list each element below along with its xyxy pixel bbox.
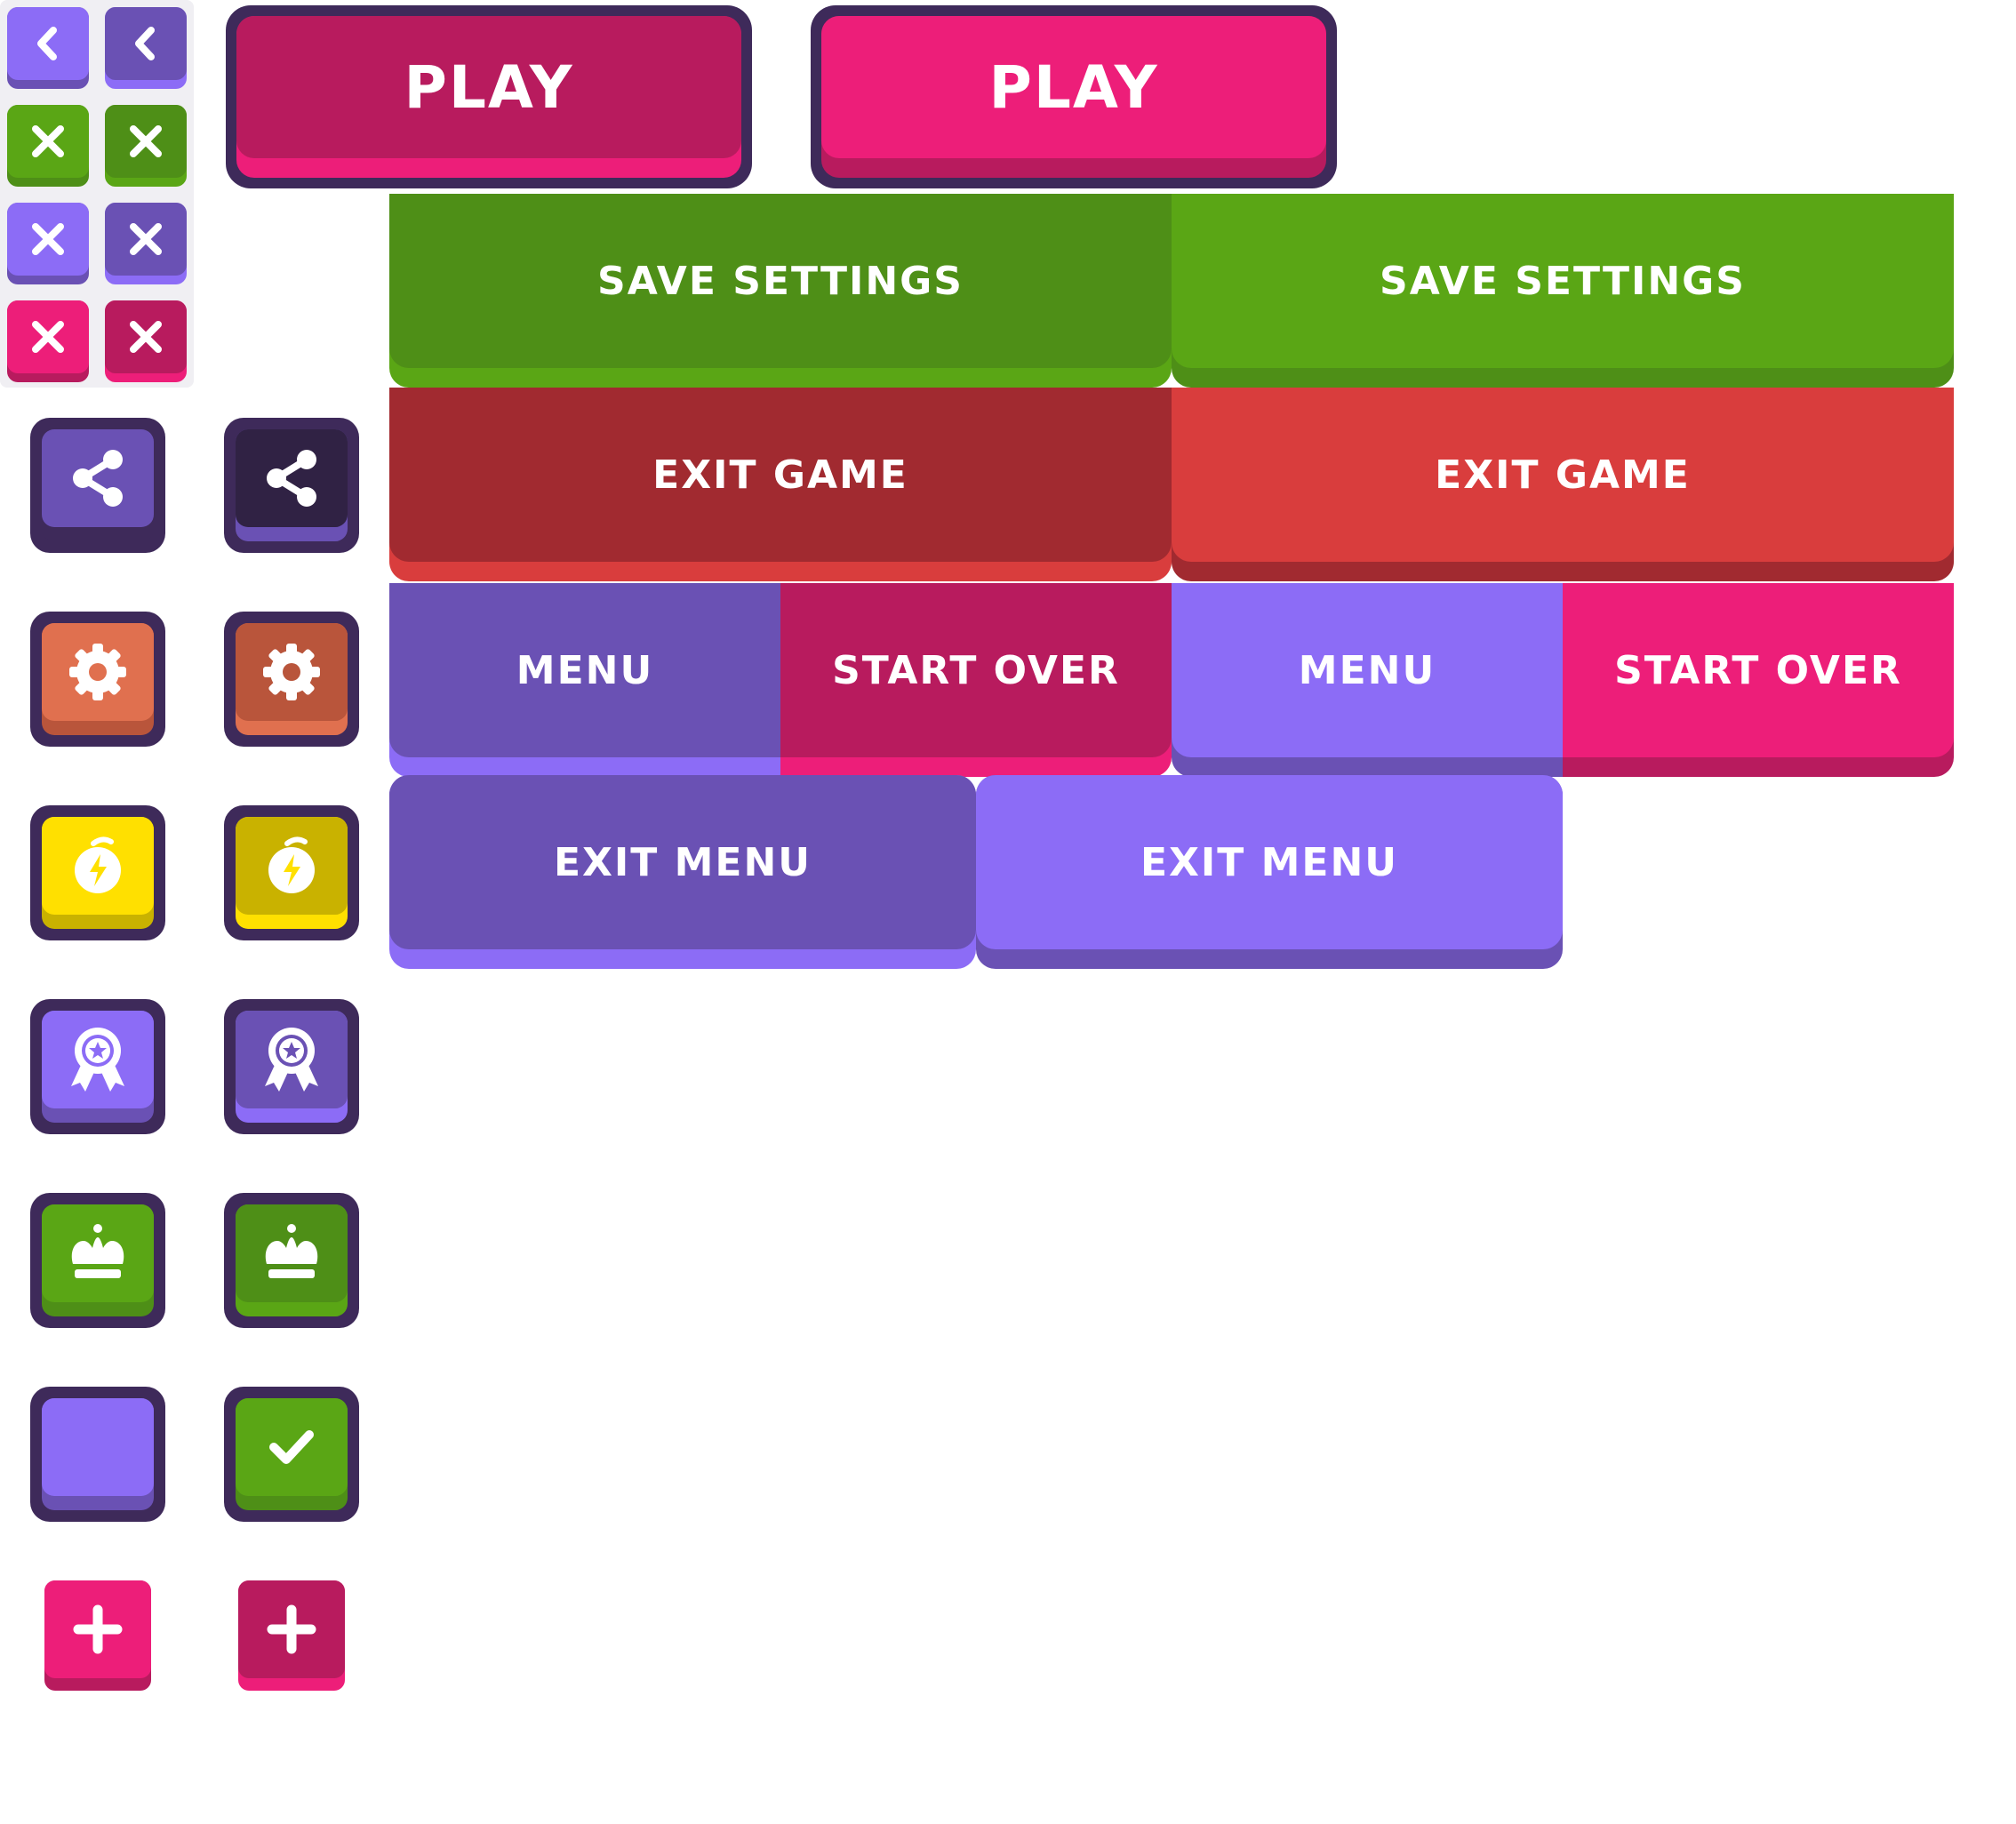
back-button[interactable] xyxy=(7,7,89,89)
leaderboard-button[interactable] xyxy=(30,1193,165,1328)
play-button[interactable]: PLAY xyxy=(226,5,752,188)
leaderboard-button-pressed[interactable] xyxy=(224,1193,359,1328)
stopwatch-icon xyxy=(260,835,323,897)
gear-icon xyxy=(260,640,324,704)
close-button-pink-pressed[interactable] xyxy=(105,300,187,382)
menu-label: MENU xyxy=(389,583,780,757)
add-button[interactable] xyxy=(44,1580,151,1691)
exit-game-button-hover[interactable]: EXIT GAME xyxy=(1172,388,1954,581)
share-icon xyxy=(67,447,129,509)
back-button-pressed[interactable] xyxy=(105,7,187,89)
close-icon xyxy=(125,219,166,260)
timer-button[interactable] xyxy=(30,805,165,940)
close-button-green-pressed[interactable] xyxy=(105,105,187,187)
checkbox-checked[interactable] xyxy=(224,1387,359,1522)
save-settings-label: SAVE SETTINGS xyxy=(389,194,1172,368)
settings-button-pressed[interactable] xyxy=(224,612,359,747)
chevron-left-icon xyxy=(28,23,68,64)
add-button-pressed[interactable] xyxy=(238,1580,345,1691)
close-icon xyxy=(125,316,166,357)
award-ribbon-icon xyxy=(66,1024,130,1095)
close-icon xyxy=(28,316,68,357)
close-button-green[interactable] xyxy=(7,105,89,187)
close-icon xyxy=(28,121,68,162)
exit-game-label: EXIT GAME xyxy=(389,388,1172,562)
play-label: PLAY xyxy=(821,16,1326,158)
exit-menu-button[interactable]: EXIT MENU xyxy=(389,775,976,969)
close-icon xyxy=(28,219,68,260)
chevron-left-icon xyxy=(125,23,166,64)
share-button-pressed[interactable] xyxy=(224,418,359,553)
play-button-hover[interactable]: PLAY xyxy=(811,5,1337,188)
crown-icon xyxy=(260,1221,324,1285)
close-icon xyxy=(125,121,166,162)
achievements-button-pressed[interactable] xyxy=(224,999,359,1134)
play-label: PLAY xyxy=(236,16,741,158)
start-over-label: START OVER xyxy=(780,583,1172,757)
menu-label: MENU xyxy=(1172,583,1563,757)
share-button[interactable] xyxy=(30,418,165,553)
close-button-violet[interactable] xyxy=(7,203,89,284)
award-ribbon-icon xyxy=(260,1024,324,1095)
gear-icon xyxy=(66,640,130,704)
save-settings-button-hover[interactable]: SAVE SETTINGS xyxy=(1172,194,1954,388)
checkmark-icon xyxy=(265,1420,318,1474)
start-over-label: START OVER xyxy=(1563,583,1954,757)
checkbox-unchecked[interactable] xyxy=(30,1387,165,1522)
exit-game-label: EXIT GAME xyxy=(1172,388,1954,562)
menu-button[interactable]: MENU xyxy=(389,583,780,777)
settings-button[interactable] xyxy=(30,612,165,747)
stopwatch-icon xyxy=(67,835,129,897)
start-over-button[interactable]: START OVER xyxy=(780,583,1172,777)
exit-menu-label: EXIT MENU xyxy=(976,775,1563,949)
close-button-pink[interactable] xyxy=(7,300,89,382)
plus-icon xyxy=(265,1603,318,1656)
checkbox-icon xyxy=(42,1398,154,1496)
exit-menu-button-hover[interactable]: EXIT MENU xyxy=(976,775,1563,969)
start-over-button-hover[interactable]: START OVER xyxy=(1563,583,1954,777)
save-settings-label: SAVE SETTINGS xyxy=(1172,194,1954,368)
plus-icon xyxy=(71,1603,124,1656)
menu-button-hover[interactable]: MENU xyxy=(1172,583,1563,777)
exit-game-button[interactable]: EXIT GAME xyxy=(389,388,1172,581)
share-icon xyxy=(260,447,323,509)
exit-menu-label: EXIT MENU xyxy=(389,775,976,949)
crown-icon xyxy=(66,1221,130,1285)
timer-button-pressed[interactable] xyxy=(224,805,359,940)
save-settings-button[interactable]: SAVE SETTINGS xyxy=(389,194,1172,388)
close-button-violet-pressed[interactable] xyxy=(105,203,187,284)
achievements-button[interactable] xyxy=(30,999,165,1134)
